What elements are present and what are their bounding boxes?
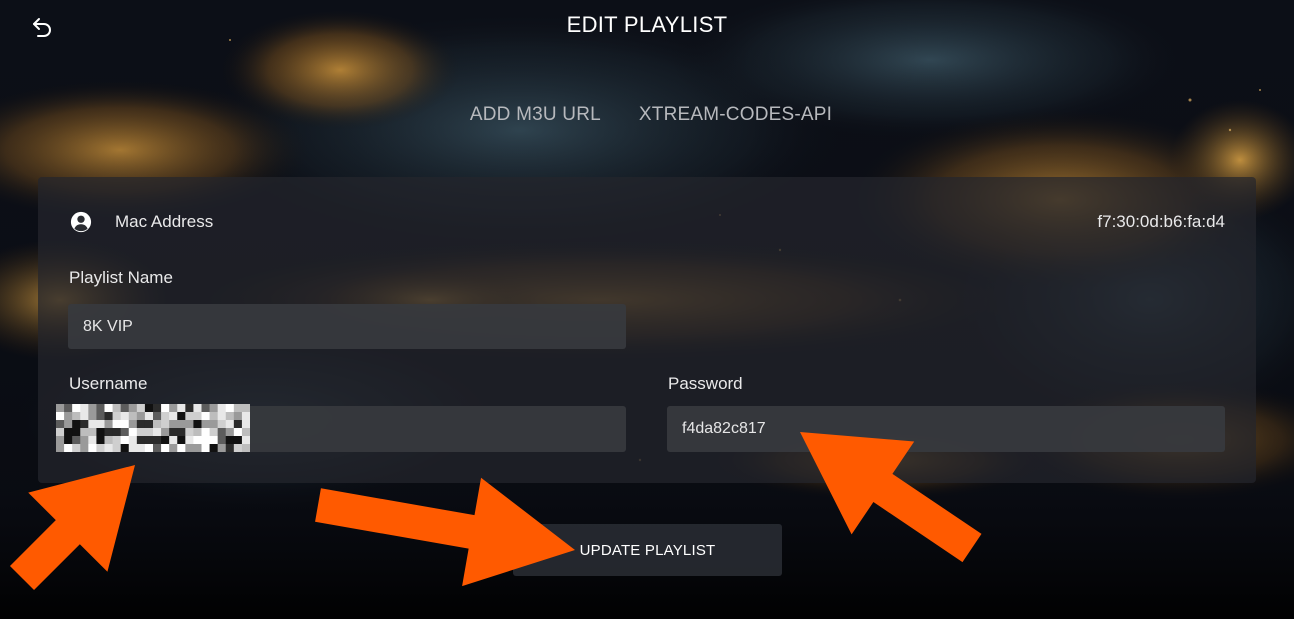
password-input[interactable]: f4da82c817	[667, 406, 1225, 452]
page-title: EDIT PLAYLIST	[566, 12, 728, 37]
tab-bar: ADD M3U URL XTREAM-CODES-API	[0, 100, 1294, 130]
playlist-form-panel: Mac Address f7:30:0d:b6:fa:d4 Playlist N…	[38, 177, 1256, 483]
playlist-name-label: Playlist Name	[69, 268, 173, 287]
update-playlist-button[interactable]: UPDATE PLAYLIST	[513, 524, 782, 576]
tab-xtream-codes-api[interactable]: XTREAM-CODES-API	[639, 100, 832, 130]
mac-address-row: Mac Address f7:30:0d:b6:fa:d4	[70, 207, 1225, 237]
playlist-name-input[interactable]: 8K VIP	[68, 304, 626, 349]
tab-add-m3u-url[interactable]: ADD M3U URL	[470, 100, 601, 130]
user-circle-icon	[70, 211, 92, 233]
username-label: Username	[69, 374, 148, 393]
mac-address-label: Mac Address	[115, 212, 214, 231]
mac-address-value: f7:30:0d:b6:fa:d4	[1097, 212, 1225, 231]
pixelated-redaction	[56, 404, 250, 452]
password-label: Password	[668, 374, 743, 393]
